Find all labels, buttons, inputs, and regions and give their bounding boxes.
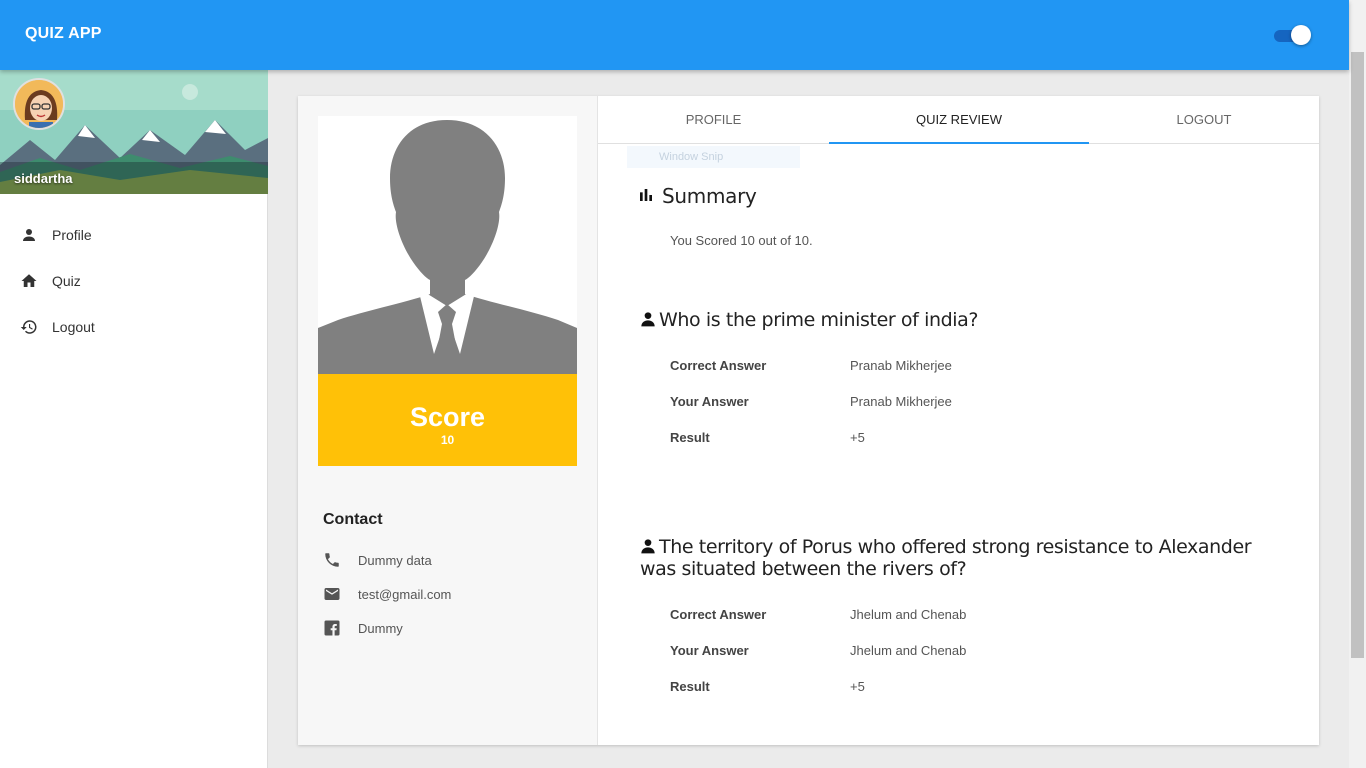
result-value: +5 bbox=[850, 430, 865, 445]
person-icon bbox=[641, 312, 655, 327]
your-answer-value: Pranab Mikherjee bbox=[850, 394, 952, 409]
sidebar-username: siddartha bbox=[14, 171, 73, 186]
sidebar-header: siddartha bbox=[0, 70, 268, 194]
your-answer-value: Jhelum and Chenab bbox=[850, 643, 967, 658]
sidebar-item-profile[interactable]: Profile bbox=[0, 212, 267, 258]
score-box: Score 10 bbox=[318, 374, 577, 466]
phone-icon bbox=[325, 553, 339, 567]
avatar-image bbox=[15, 80, 63, 128]
question-text: Who is the prime minister of india? bbox=[659, 309, 979, 331]
question-title: Who is the prime minister of india? bbox=[640, 309, 1290, 331]
sidebar: siddartha Profile Quiz Logout bbox=[0, 70, 268, 768]
window-snip-overlay: Window Snip bbox=[627, 146, 800, 168]
score-value: 10 bbox=[440, 433, 455, 447]
score-label: Score bbox=[409, 402, 486, 432]
app-title: QUIZ APP bbox=[25, 25, 102, 42]
sidebar-item-quiz[interactable]: Quiz bbox=[0, 258, 267, 304]
home-icon bbox=[21, 274, 37, 287]
your-answer-label: Your Answer bbox=[670, 643, 749, 658]
user-avatar[interactable] bbox=[13, 78, 65, 130]
scrollbar-thumb[interactable] bbox=[1351, 52, 1364, 658]
profile-card: Score 10 Contact Dummy data test@gmail.c… bbox=[298, 96, 1319, 745]
tab-logout[interactable]: LOGOUT bbox=[1089, 96, 1319, 144]
contact-phone: Dummy data bbox=[323, 551, 432, 569]
your-answer-label: Your Answer bbox=[670, 394, 749, 409]
sidebar-item-label: Logout bbox=[52, 319, 95, 335]
tab-bar: PROFILE QUIZ REVIEW LOGOUT bbox=[598, 96, 1319, 144]
summary-title: Summary bbox=[662, 184, 757, 208]
contact-phone-text: Dummy data bbox=[358, 552, 432, 568]
profile-pane: Score 10 Contact Dummy data test@gmail.c… bbox=[298, 96, 598, 745]
contact-email: test@gmail.com bbox=[323, 585, 451, 603]
bar-chart-icon bbox=[640, 189, 652, 201]
sidebar-item-label: Profile bbox=[52, 227, 92, 243]
question-title: The territory of Porus who offered stron… bbox=[640, 536, 1290, 580]
silhouette-image bbox=[318, 116, 577, 374]
contact-facebook: Dummy bbox=[323, 619, 403, 637]
contact-title: Contact bbox=[323, 511, 383, 528]
toggle-thumb bbox=[1291, 25, 1311, 45]
summary-text: You Scored 10 out of 10. bbox=[670, 233, 813, 248]
tab-quiz-review[interactable]: QUIZ REVIEW bbox=[829, 96, 1089, 144]
contact-facebook-text: Dummy bbox=[358, 620, 403, 636]
question-text: The territory of Porus who offered stron… bbox=[640, 536, 1252, 580]
summary-heading: Summary bbox=[638, 184, 757, 208]
contact-email-text: test@gmail.com bbox=[358, 586, 452, 602]
app-bar: QUIZ APP bbox=[0, 0, 1349, 70]
result-label: Result bbox=[670, 430, 710, 445]
result-label: Result bbox=[670, 679, 710, 694]
result-value: +5 bbox=[850, 679, 865, 694]
profile-photo bbox=[318, 116, 577, 374]
tab-profile[interactable]: PROFILE bbox=[598, 96, 829, 144]
person-icon bbox=[23, 229, 35, 241]
history-icon bbox=[20, 320, 37, 334]
email-icon bbox=[324, 588, 340, 600]
page-scrollbar[interactable] bbox=[1349, 0, 1366, 768]
theme-toggle[interactable] bbox=[1272, 24, 1312, 46]
person-icon bbox=[641, 539, 655, 554]
sidebar-nav: Profile Quiz Logout bbox=[0, 212, 267, 350]
correct-answer-value: Jhelum and Chenab bbox=[850, 607, 967, 622]
facebook-icon bbox=[324, 620, 340, 636]
correct-answer-label: Correct Answer bbox=[670, 607, 767, 622]
sidebar-item-label: Quiz bbox=[52, 273, 81, 289]
correct-answer-value: Pranab Mikherjee bbox=[850, 358, 952, 373]
correct-answer-label: Correct Answer bbox=[670, 358, 767, 373]
sidebar-item-logout[interactable]: Logout bbox=[0, 304, 267, 350]
active-tab-indicator bbox=[829, 142, 1089, 144]
